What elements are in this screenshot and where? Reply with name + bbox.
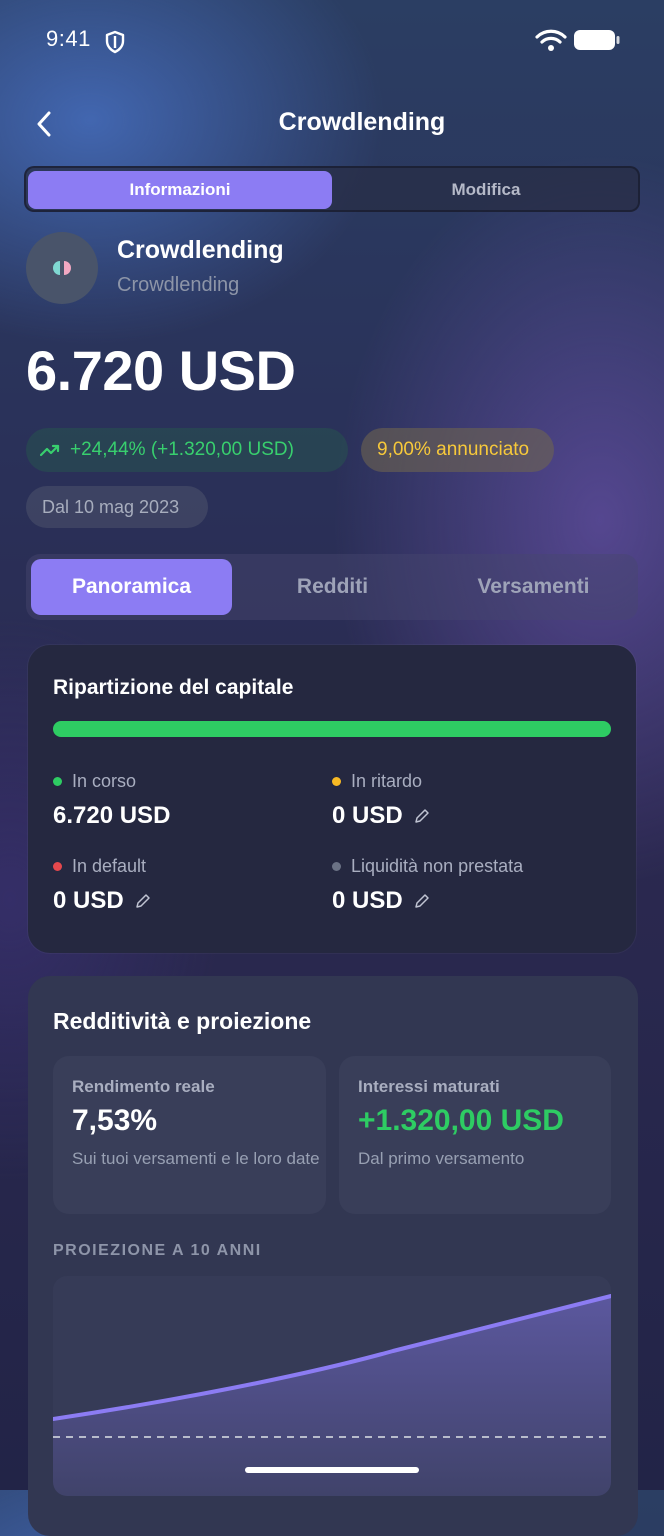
yellow-dot-icon xyxy=(332,777,341,786)
segment-informazioni[interactable]: Informazioni xyxy=(28,171,332,209)
projection-caption: PROIEZIONE A 10 ANNI xyxy=(53,1242,262,1259)
pencil-icon[interactable] xyxy=(413,807,431,825)
segment-modifica[interactable]: Modifica xyxy=(334,171,638,209)
real-return-label: Rendimento reale xyxy=(72,1077,215,1096)
stat-label-in-ritardo: In ritardo xyxy=(332,771,422,792)
status-time: 9:41 xyxy=(46,26,91,51)
battery-icon xyxy=(574,30,620,50)
section-tabs: Panoramica Redditi Versamenti xyxy=(26,554,638,620)
stat-label-in-default: In default xyxy=(53,856,146,877)
stat-value-liquidita: 0 USD xyxy=(332,887,431,915)
tab-panoramica[interactable]: Panoramica xyxy=(31,559,232,615)
accrued-interest-tile: Interessi maturati +1.320,00 USD Dal pri… xyxy=(339,1056,611,1214)
pencil-icon[interactable] xyxy=(413,892,431,910)
asset-avatar xyxy=(26,232,98,304)
stat-value-in-corso: 6.720 USD xyxy=(53,802,171,829)
page-title: Crowdlending xyxy=(278,108,446,136)
projection-area xyxy=(53,1296,611,1496)
trending-up-icon xyxy=(40,444,60,457)
stat-value-in-ritardo: 0 USD xyxy=(332,802,431,830)
real-return-sub: Sui tuoi versamenti e le loro date xyxy=(72,1149,320,1168)
wifi-icon xyxy=(535,29,567,51)
red-dot-icon xyxy=(53,862,62,871)
stat-label-in-corso: In corso xyxy=(53,771,136,792)
home-indicator[interactable] xyxy=(245,1467,419,1473)
total-value: 6.720 USD xyxy=(26,339,296,402)
stat-label-liquidita: Liquidità non prestata xyxy=(332,856,523,877)
projection-chart xyxy=(53,1276,611,1496)
info-edit-segmented-control: Informazioni Modifica xyxy=(24,166,640,212)
gain-text: +24,44% (+1.320,00 USD) xyxy=(70,439,294,460)
green-dot-icon xyxy=(53,777,62,786)
asset-subtitle: Crowdlending xyxy=(117,274,240,296)
capital-breakdown-card: Ripartizione del capitale In corso 6.720… xyxy=(28,645,636,953)
accrued-sub: Dal primo versamento xyxy=(358,1149,525,1168)
asset-name: Crowdlending xyxy=(117,236,284,264)
accrued-label: Interessi maturati xyxy=(358,1077,500,1096)
yield-title: Redditività e proiezione xyxy=(53,1008,312,1034)
real-return-tile: Rendimento reale 7,53% Sui tuoi versamen… xyxy=(53,1056,326,1214)
since-date-badge: Dal 10 mag 2023 xyxy=(26,486,208,528)
announced-rate-badge: 9,00% annunciato xyxy=(361,428,554,472)
gray-dot-icon xyxy=(332,862,341,871)
tab-redditi[interactable]: Redditi xyxy=(232,559,433,615)
accrued-value: +1.320,00 USD xyxy=(358,1104,564,1137)
capital-progress-bar xyxy=(53,721,611,737)
tab-versamenti[interactable]: Versamenti xyxy=(433,559,634,615)
yield-projection-card: Redditività e proiezione Rendimento real… xyxy=(28,976,638,1536)
crowdlending-logo-icon xyxy=(53,261,71,275)
real-return-value: 7,53% xyxy=(72,1104,158,1137)
shield-icon xyxy=(105,30,125,54)
capital-title: Ripartizione del capitale xyxy=(53,676,294,699)
stat-value-in-default: 0 USD xyxy=(53,887,152,915)
pencil-icon[interactable] xyxy=(134,892,152,910)
projection-chart-svg xyxy=(53,1294,611,1496)
gain-badge: +24,44% (+1.320,00 USD) xyxy=(26,428,348,472)
